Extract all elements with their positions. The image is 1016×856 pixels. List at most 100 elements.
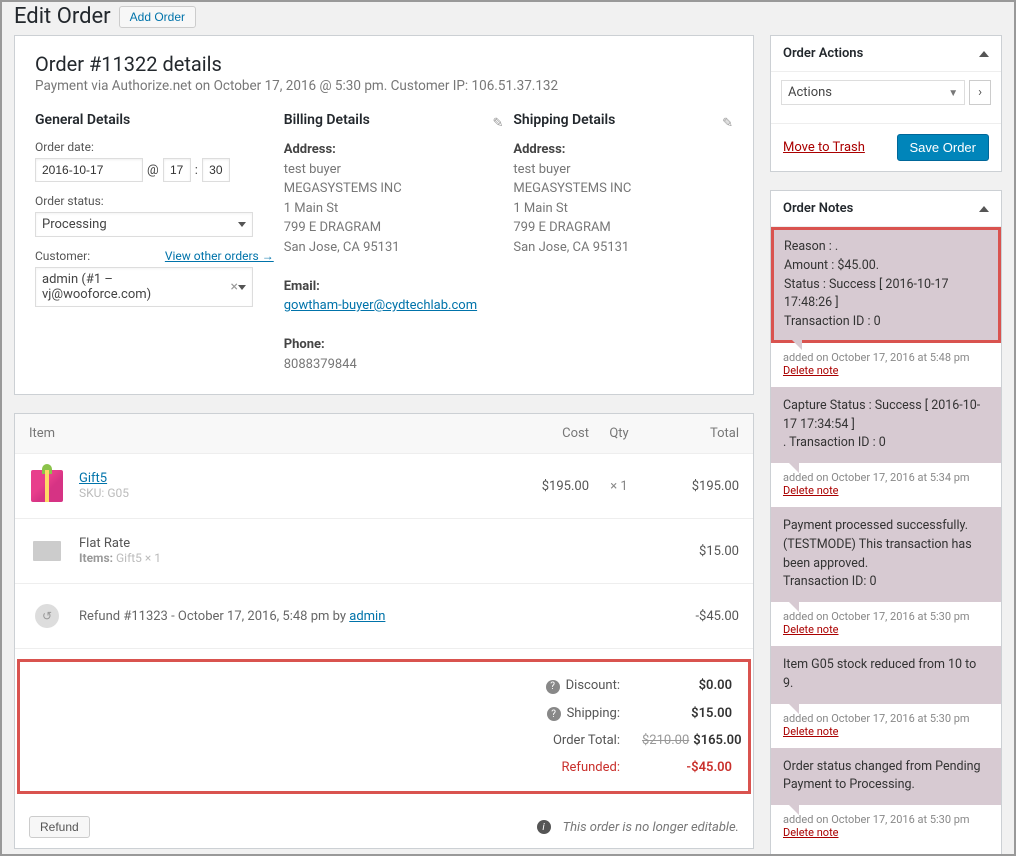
col-item: Item	[29, 426, 499, 441]
info-icon: i	[537, 820, 551, 834]
help-icon[interactable]: ?	[546, 680, 560, 694]
actions-select[interactable]: Actions	[781, 80, 965, 105]
shipping-line2: MEGASYSTEMS INC	[513, 181, 631, 196]
order-status-value: Processing	[42, 217, 107, 232]
order-notes-title: Order Notes	[783, 201, 853, 216]
order-actions-box: Order Actions Actions › Move to Trash Sa…	[770, 35, 1002, 172]
order-status-label: Order status:	[35, 194, 274, 208]
shipping-line1: test buyer	[513, 162, 570, 177]
edit-billing-icon[interactable]: ✎	[492, 116, 503, 131]
order-note-meta: added on October 17, 2016 at 5:34 pm Del…	[771, 463, 1001, 507]
order-note: Reason : . Amount : $45.00. Status : Suc…	[771, 227, 1001, 343]
order-note-meta: added on October 17, 2016 at 5:30 pm Del…	[771, 704, 1001, 748]
billing-title: Billing Details	[284, 112, 504, 128]
col-total: Total	[649, 426, 739, 441]
chevron-down-icon	[238, 222, 246, 227]
customer-select[interactable]: admin (#1 – vj@wooforce.com) ×	[35, 267, 253, 307]
order-actions-heading[interactable]: Order Actions	[771, 36, 1001, 72]
date-at: @	[147, 163, 159, 178]
shipping-address-label: Address:	[513, 142, 565, 157]
page-title: Edit Order	[14, 4, 111, 29]
delete-note-link[interactable]: Delete note	[783, 364, 839, 377]
delete-note-link[interactable]: Delete note	[783, 725, 839, 738]
order-date-label: Order date:	[35, 140, 274, 154]
sku-label: SKU:	[79, 486, 104, 500]
billing-line3: 1 Main St	[284, 201, 339, 216]
delete-note-link[interactable]: Delete note	[783, 484, 839, 497]
delete-note-link[interactable]: Delete note	[783, 826, 839, 839]
customer-label: Customer:	[35, 249, 90, 263]
billing-email-link[interactable]: gowtham-buyer@cydtechlab.com	[284, 298, 477, 313]
shipping-line5: San Jose, CA 95131	[513, 240, 629, 255]
edit-shipping-icon[interactable]: ✎	[722, 116, 733, 131]
order-actions-title: Order Actions	[783, 46, 863, 61]
order-items-box: Item Cost Qty Total Gift5 SKU: G05 $195.…	[14, 413, 754, 849]
actions-go-button[interactable]: ›	[969, 80, 991, 105]
collapse-icon[interactable]	[979, 206, 989, 212]
order-details-box: Order #11322 details Payment via Authori…	[14, 35, 754, 395]
item-cost: $195.00	[499, 479, 589, 494]
actions-select-value: Actions	[788, 85, 832, 100]
discount-value: $0.00	[642, 678, 732, 693]
save-order-button[interactable]: Save Order	[897, 134, 989, 161]
billing-details: ✎ Billing Details Address: test buyer ME…	[284, 112, 504, 374]
col-qty: Qty	[589, 426, 649, 441]
order-notes-heading[interactable]: Order Notes	[771, 191, 1001, 227]
collapse-icon[interactable]	[979, 51, 989, 57]
order-note: Order status changed from Pending Paymen…	[771, 748, 1001, 806]
sku-value: G05	[107, 486, 129, 500]
order-total-old: $210.00	[642, 733, 689, 748]
help-icon[interactable]: ?	[547, 707, 561, 721]
shipping-details: ✎ Shipping Details Address: test buyer M…	[513, 112, 733, 374]
order-date-input[interactable]	[35, 158, 143, 182]
shipping-line3: 1 Main St	[513, 201, 568, 216]
view-other-orders-link[interactable]: View other orders →	[165, 249, 274, 263]
order-subheading: Payment via Authorize.net on October 17,…	[35, 78, 733, 94]
refund-button[interactable]: Refund	[29, 816, 90, 838]
billing-line1: test buyer	[284, 162, 341, 177]
refund-by-link[interactable]: admin	[349, 609, 385, 624]
item-name-link[interactable]: Gift5	[79, 471, 107, 486]
billing-line4: 799 E DRAGRAM	[284, 220, 381, 235]
delete-note-link[interactable]: Delete note	[783, 623, 839, 636]
clear-customer-icon[interactable]: ×	[231, 279, 238, 295]
shipping-method-name: Flat Rate	[79, 536, 130, 551]
customer-value: admin (#1 – vj@wooforce.com)	[42, 272, 225, 302]
order-hour-input[interactable]	[163, 158, 191, 182]
order-note: Payment processed successfully. (TESTMOD…	[771, 507, 1001, 602]
billing-email-label: Email:	[284, 279, 320, 294]
shipping-line4: 799 E DRAGRAM	[513, 220, 610, 235]
order-total-value: $165.00	[693, 733, 741, 748]
chevron-down-icon	[238, 285, 246, 290]
billing-line5: San Jose, CA 95131	[284, 240, 400, 255]
refund-icon: ↺	[35, 604, 59, 628]
shipping-items-label: Items:	[79, 551, 113, 565]
billing-phone: 8088379844	[284, 357, 357, 372]
refund-text: Refund #11323 - October 17, 2016, 5:48 p…	[79, 609, 349, 624]
discount-label: Discount:	[566, 678, 620, 693]
general-title: General Details	[35, 112, 274, 128]
shipping-thumbnail	[29, 533, 65, 569]
shipping-items-detail: Gift5 × 1	[116, 551, 161, 565]
refunded-value: -$45.00	[642, 760, 732, 775]
chevron-down-icon	[948, 85, 958, 100]
gift-icon	[31, 470, 63, 502]
order-status-select[interactable]: Processing	[35, 212, 253, 237]
refund-total: -$45.00	[649, 609, 739, 624]
billing-line2: MEGASYSTEMS INC	[284, 181, 402, 196]
add-order-button[interactable]: Add Order	[119, 6, 196, 28]
shipping-total: $15.00	[649, 544, 739, 559]
item-thumbnail	[29, 468, 65, 504]
refund-thumbnail: ↺	[29, 598, 65, 634]
shipping-label: Shipping:	[567, 706, 620, 721]
order-note: Capture Status : Success [ 2016-10-17 17…	[771, 387, 1001, 463]
order-note-meta: added on October 17, 2016 at 5:30 pm Del…	[771, 602, 1001, 646]
no-edit-text: This order is no longer editable.	[563, 820, 739, 835]
order-totals-box: ?Discount: $0.00 ?Shipping: $15.00 Order…	[17, 659, 751, 794]
item-total: $195.00	[649, 479, 739, 494]
order-minute-input[interactable]	[202, 158, 230, 182]
date-sep: :	[195, 163, 198, 178]
refunded-label: Refunded:	[36, 760, 642, 775]
order-note: Item G05 stock reduced from 10 to 9.	[771, 646, 1001, 704]
move-to-trash-link[interactable]: Move to Trash	[783, 140, 865, 155]
